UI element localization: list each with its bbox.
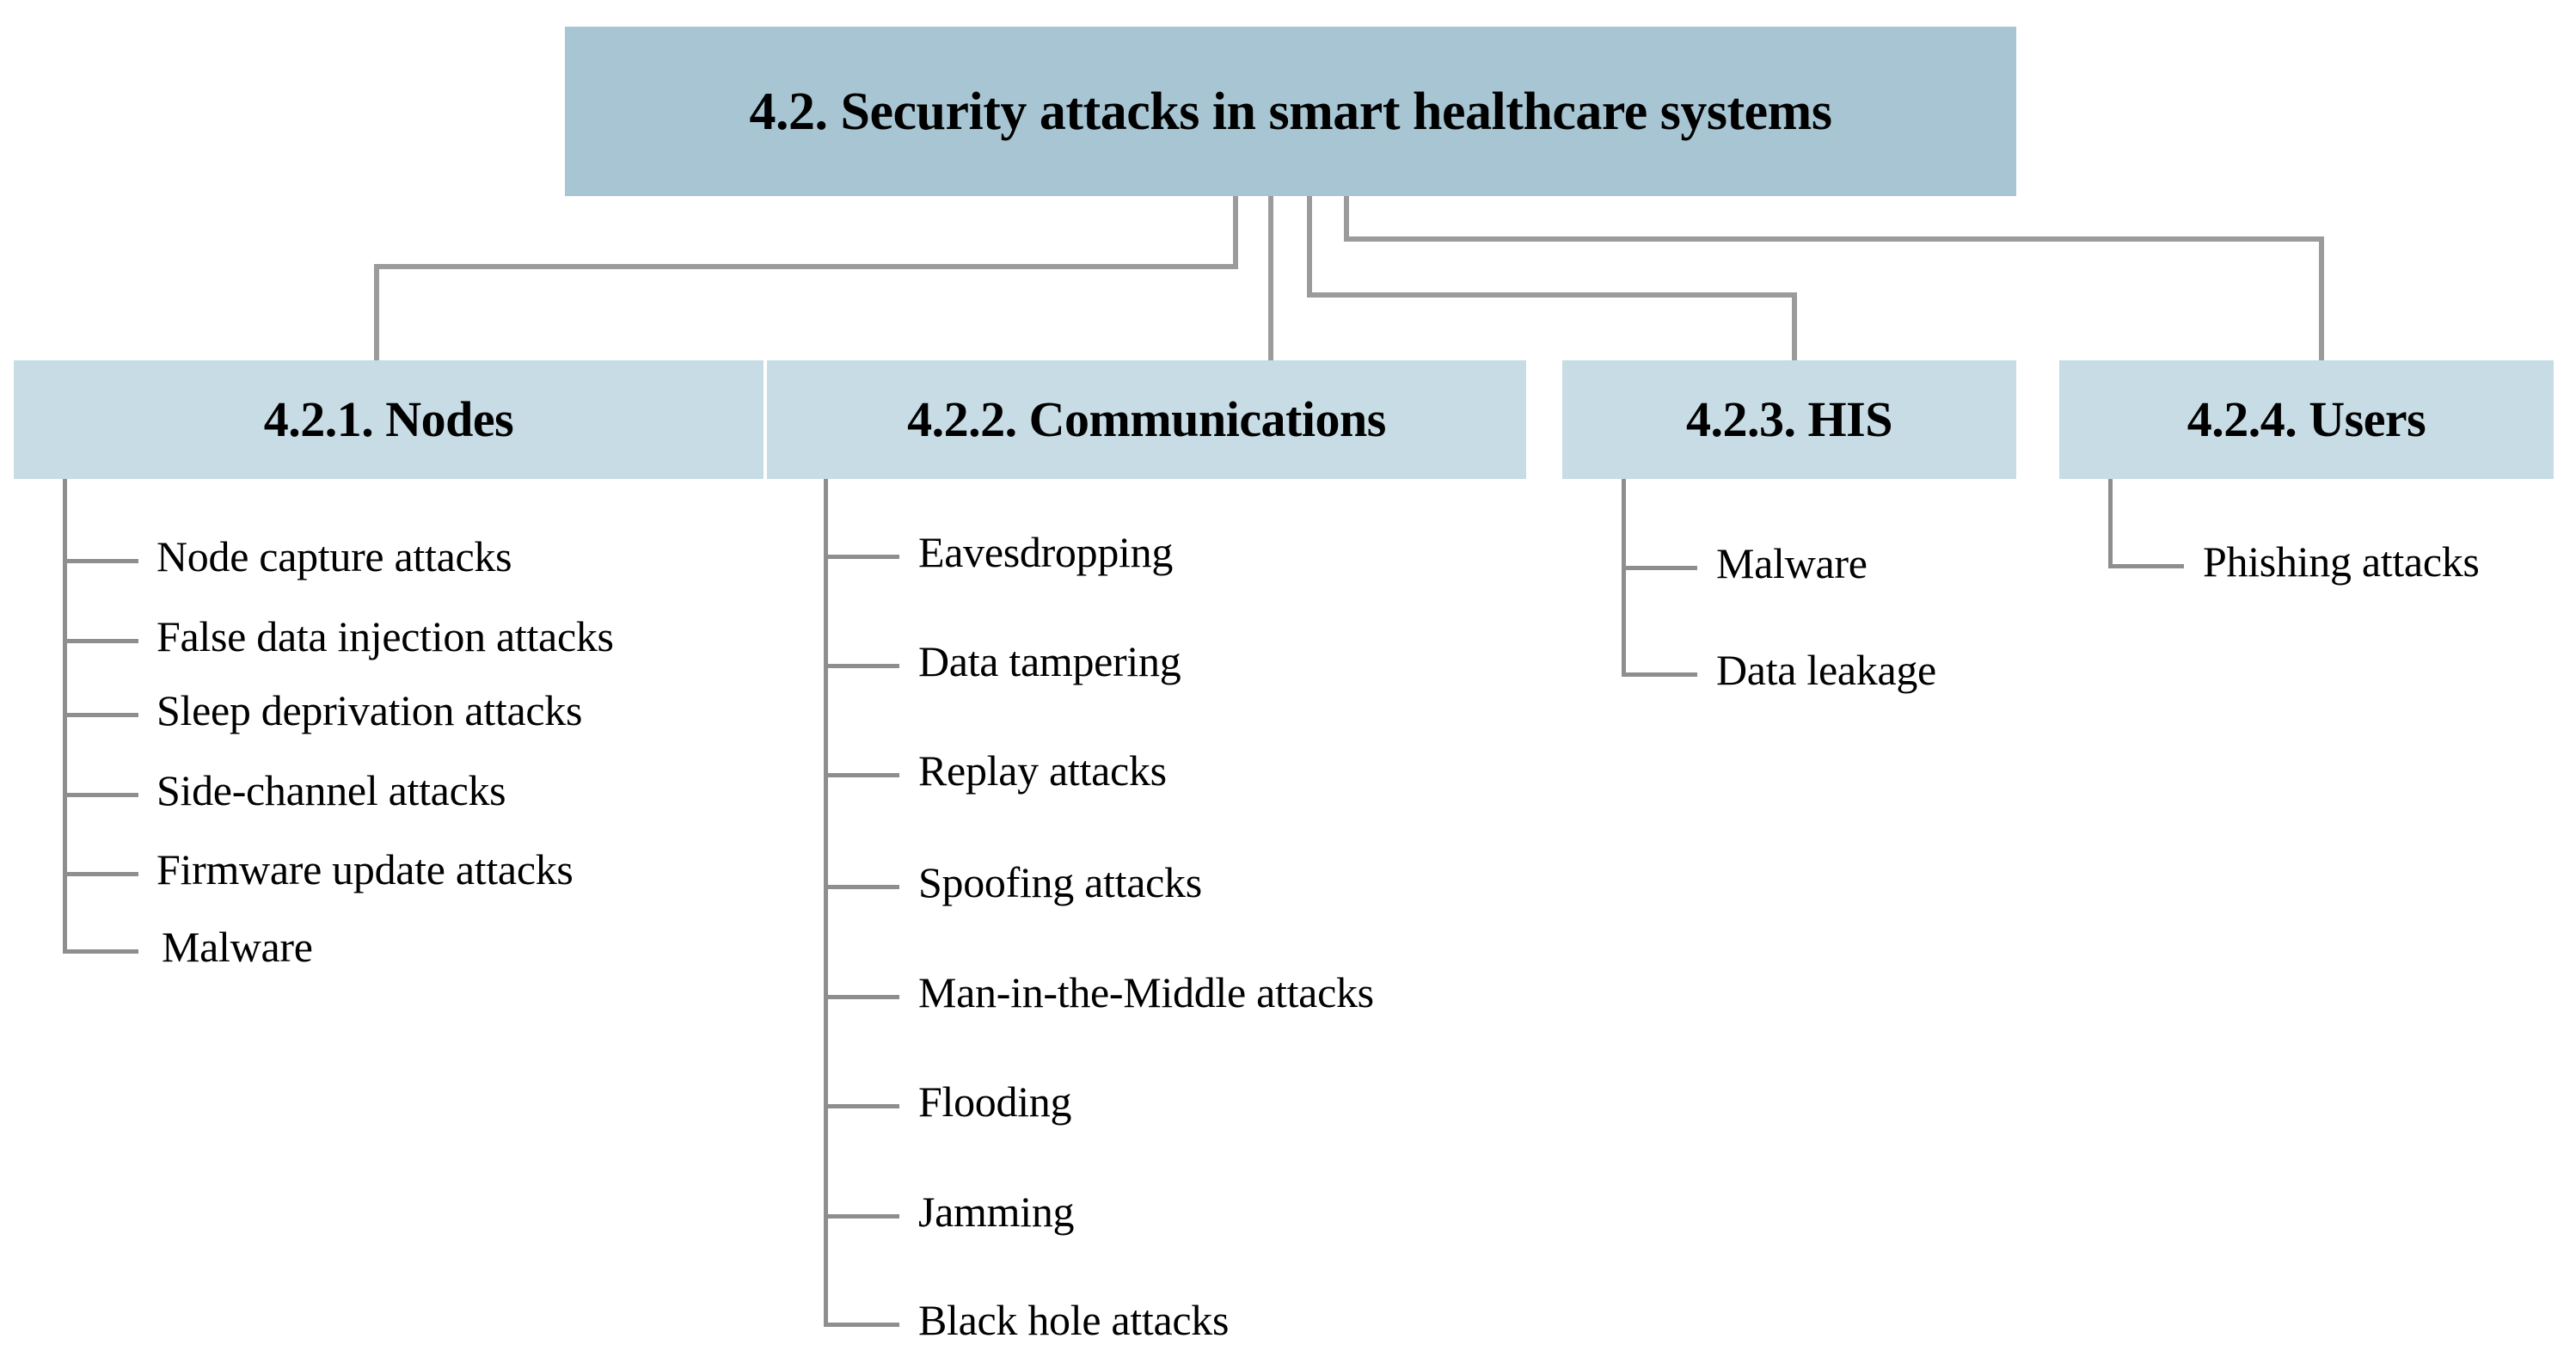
- leaf-label-communications-6: Jamming: [918, 1188, 1075, 1236]
- category-label-communications: 4.2.2. Communications: [907, 391, 1386, 447]
- connector-root-nodes-horizontal: [374, 264, 1238, 269]
- leaf-label-communications-0: Eavesdropping: [918, 528, 1174, 576]
- leaf-tick-communications-1: [824, 664, 899, 668]
- leaf-label-nodes-1: False data injection attacks: [156, 612, 614, 660]
- leaf-tick-his-0: [1622, 566, 1697, 570]
- leaf-tick-nodes-3: [63, 793, 138, 797]
- category-label-nodes: 4.2.1. Nodes: [263, 391, 514, 447]
- leaf-label-nodes-4: Firmware update attacks: [156, 845, 573, 893]
- category-label-his: 4.2.3. HIS: [1686, 391, 1892, 447]
- root-node-label: 4.2. Security attacks in smart healthcar…: [749, 82, 1832, 141]
- leaf-tick-nodes-2: [63, 713, 138, 717]
- leaf-label-his-1: Data leakage: [1716, 646, 1936, 694]
- connector-root-nodes-drop: [374, 264, 379, 362]
- leaf-label-communications-7: Black hole attacks: [918, 1296, 1230, 1344]
- connector-root-users-horizontal: [1344, 236, 2324, 242]
- leaf-label-nodes-0: Node capture attacks: [156, 532, 512, 580]
- category-box-his[interactable]: 4.2.3. HIS: [1562, 360, 2016, 479]
- leaf-tick-nodes-4: [63, 872, 138, 876]
- leaf-tick-communications-4: [824, 995, 899, 999]
- connector-root-users-stub: [1344, 196, 1349, 242]
- leaf-tick-communications-6: [824, 1214, 899, 1219]
- leaf-tick-nodes-0: [63, 559, 138, 563]
- category-box-communications[interactable]: 4.2.2. Communications: [767, 360, 1526, 479]
- leaf-spine-communications: [824, 479, 828, 1325]
- leaf-label-users-0: Phishing attacks: [2203, 537, 2480, 586]
- leaf-tick-his-1: [1622, 672, 1697, 677]
- tree-diagram: 4.2. Security attacks in smart healthcar…: [0, 0, 2576, 1369]
- leaf-tick-communications-3: [824, 885, 899, 889]
- category-box-users[interactable]: 4.2.4. Users: [2059, 360, 2554, 479]
- leaf-tick-nodes-1: [63, 639, 138, 643]
- leaf-spine-his: [1622, 479, 1626, 677]
- leaf-label-communications-1: Data tampering: [918, 637, 1181, 685]
- connector-root-nodes-stub: [1233, 196, 1238, 269]
- connector-root-users-drop: [2319, 236, 2324, 362]
- leaf-tick-communications-2: [824, 773, 899, 777]
- leaf-tick-communications-7: [824, 1323, 899, 1327]
- leaf-label-communications-4: Man-in-the-Middle attacks: [918, 968, 1374, 1016]
- leaf-label-communications-2: Replay attacks: [918, 746, 1167, 795]
- connector-root-his-stub: [1307, 196, 1312, 298]
- leaf-tick-nodes-5: [63, 949, 138, 954]
- leaf-tick-communications-0: [824, 555, 899, 559]
- category-box-nodes[interactable]: 4.2.1. Nodes: [14, 360, 764, 479]
- leaf-label-communications-3: Spoofing attacks: [918, 858, 1202, 906]
- connector-root-communications: [1268, 196, 1273, 362]
- leaf-label-nodes-2: Sleep deprivation attacks: [156, 686, 583, 734]
- leaf-tick-communications-5: [824, 1104, 899, 1108]
- leaf-label-nodes-5: Malware: [162, 923, 313, 971]
- leaf-label-nodes-3: Side-channel attacks: [156, 766, 506, 814]
- connector-root-his-horizontal: [1307, 292, 1797, 298]
- leaf-label-communications-5: Flooding: [918, 1077, 1072, 1126]
- leaf-spine-users: [2108, 479, 2113, 568]
- root-node-box[interactable]: 4.2. Security attacks in smart healthcar…: [565, 27, 2016, 196]
- connector-root-his-drop: [1792, 292, 1797, 362]
- leaf-label-his-0: Malware: [1716, 539, 1868, 587]
- leaf-tick-users-0: [2108, 564, 2184, 568]
- category-label-users: 4.2.4. Users: [2187, 391, 2426, 447]
